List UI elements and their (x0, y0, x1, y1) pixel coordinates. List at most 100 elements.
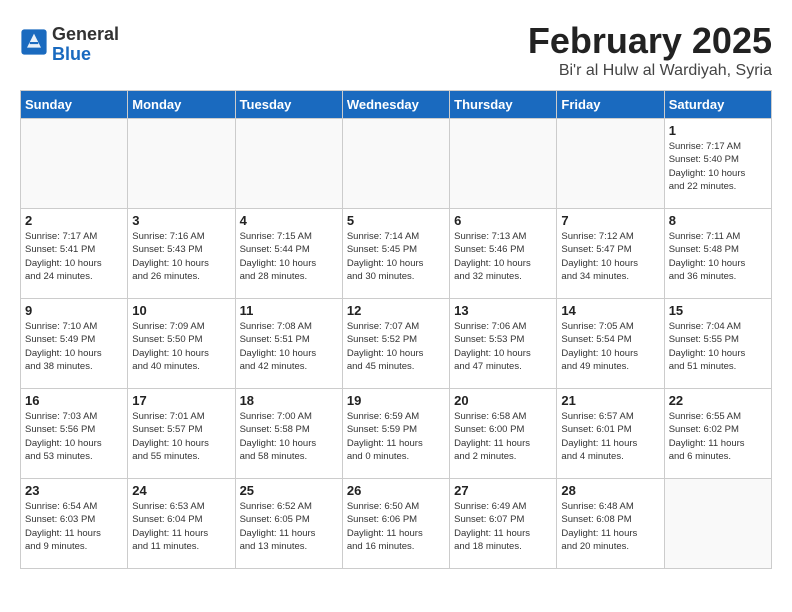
calendar-cell: 26 Sunrise: 6:50 AM Sunset: 6:06 PM Dayli… (342, 479, 449, 569)
day-number: 4 (240, 213, 338, 228)
day-number: 9 (25, 303, 123, 318)
day-info: Sunrise: 7:13 AM Sunset: 5:46 PM Dayligh… (454, 230, 552, 283)
week-row-5: 23 Sunrise: 6:54 AM Sunset: 6:03 PM Dayli… (21, 479, 772, 569)
day-info: Sunrise: 7:00 AM Sunset: 5:58 PM Dayligh… (240, 410, 338, 463)
calendar-cell (450, 119, 557, 209)
day-info: Sunrise: 7:14 AM Sunset: 5:45 PM Dayligh… (347, 230, 445, 283)
day-info: Sunrise: 7:09 AM Sunset: 5:50 PM Dayligh… (132, 320, 230, 373)
day-number: 19 (347, 393, 445, 408)
day-number: 24 (132, 483, 230, 498)
calendar-cell: 1 Sunrise: 7:17 AM Sunset: 5:40 PM Daylig… (664, 119, 771, 209)
day-info: Sunrise: 6:48 AM Sunset: 6:08 PM Dayligh… (561, 500, 659, 553)
calendar-table: SundayMondayTuesdayWednesdayThursdayFrid… (20, 90, 772, 569)
day-number: 17 (132, 393, 230, 408)
day-number: 16 (25, 393, 123, 408)
calendar-cell: 21Sunrise: 6:57 AM Sunset: 6:01 PM Dayli… (557, 389, 664, 479)
day-info: Sunrise: 6:53 AM Sunset: 6:04 PM Dayligh… (132, 500, 230, 553)
calendar-cell: 12Sunrise: 7:07 AM Sunset: 5:52 PM Dayli… (342, 299, 449, 389)
day-info: Sunrise: 7:11 AM Sunset: 5:48 PM Dayligh… (669, 230, 767, 283)
location-text: Bi'r al Hulw al Wardiyah, Syria (528, 62, 772, 80)
day-info: Sunrise: 7:15 AM Sunset: 5:44 PM Dayligh… (240, 230, 338, 283)
calendar-cell: 4 Sunrise: 7:15 AM Sunset: 5:44 PM Daylig… (235, 209, 342, 299)
day-number: 2 (25, 213, 123, 228)
week-row-3: 9 Sunrise: 7:10 AM Sunset: 5:49 PM Daylig… (21, 299, 772, 389)
logo: General Blue (20, 25, 119, 65)
day-number: 11 (240, 303, 338, 318)
calendar-cell: 8 Sunrise: 7:11 AM Sunset: 5:48 PM Daylig… (664, 209, 771, 299)
day-info: Sunrise: 7:06 AM Sunset: 5:53 PM Dayligh… (454, 320, 552, 373)
logo-general-text: General (52, 25, 119, 45)
day-number: 14 (561, 303, 659, 318)
day-info: Sunrise: 7:04 AM Sunset: 5:55 PM Dayligh… (669, 320, 767, 373)
day-number: 12 (347, 303, 445, 318)
calendar-cell: 2 Sunrise: 7:17 AM Sunset: 5:41 PM Daylig… (21, 209, 128, 299)
calendar-cell: 14Sunrise: 7:05 AM Sunset: 5:54 PM Dayli… (557, 299, 664, 389)
day-info: Sunrise: 7:08 AM Sunset: 5:51 PM Dayligh… (240, 320, 338, 373)
day-info: Sunrise: 6:57 AM Sunset: 6:01 PM Dayligh… (561, 410, 659, 463)
day-info: Sunrise: 6:59 AM Sunset: 5:59 PM Dayligh… (347, 410, 445, 463)
calendar-cell: 19 Sunrise: 6:59 AM Sunset: 5:59 PM Dayli… (342, 389, 449, 479)
calendar-header-row: SundayMondayTuesdayWednesdayThursdayFrid… (21, 91, 772, 119)
day-info: Sunrise: 7:16 AM Sunset: 5:43 PM Dayligh… (132, 230, 230, 283)
calendar-cell: 5 Sunrise: 7:14 AM Sunset: 5:45 PM Daylig… (342, 209, 449, 299)
day-header-wednesday: Wednesday (342, 91, 449, 119)
day-header-saturday: Saturday (664, 91, 771, 119)
calendar-cell (342, 119, 449, 209)
day-number: 10 (132, 303, 230, 318)
day-info: Sunrise: 7:17 AM Sunset: 5:41 PM Dayligh… (25, 230, 123, 283)
calendar-cell: 25 Sunrise: 6:52 AM Sunset: 6:05 PM Dayli… (235, 479, 342, 569)
calendar-cell: 9 Sunrise: 7:10 AM Sunset: 5:49 PM Daylig… (21, 299, 128, 389)
calendar-cell: 18 Sunrise: 7:00 AM Sunset: 5:58 PM Dayli… (235, 389, 342, 479)
day-number: 6 (454, 213, 552, 228)
calendar-cell: 23 Sunrise: 6:54 AM Sunset: 6:03 PM Dayli… (21, 479, 128, 569)
day-header-thursday: Thursday (450, 91, 557, 119)
day-number: 26 (347, 483, 445, 498)
day-number: 1 (669, 123, 767, 138)
day-number: 15 (669, 303, 767, 318)
day-number: 13 (454, 303, 552, 318)
day-info: Sunrise: 7:17 AM Sunset: 5:40 PM Dayligh… (669, 140, 767, 193)
calendar-cell: 28 Sunrise: 6:48 AM Sunset: 6:08 PM Dayli… (557, 479, 664, 569)
day-info: Sunrise: 7:03 AM Sunset: 5:56 PM Dayligh… (25, 410, 123, 463)
day-number: 28 (561, 483, 659, 498)
calendar-cell (128, 119, 235, 209)
day-info: Sunrise: 7:10 AM Sunset: 5:49 PM Dayligh… (25, 320, 123, 373)
month-title: February 2025 (528, 20, 772, 62)
day-header-monday: Monday (128, 91, 235, 119)
day-header-sunday: Sunday (21, 91, 128, 119)
calendar-cell (664, 479, 771, 569)
day-number: 3 (132, 213, 230, 228)
calendar-cell (21, 119, 128, 209)
day-number: 5 (347, 213, 445, 228)
calendar-cell: 17 Sunrise: 7:01 AM Sunset: 5:57 PM Dayli… (128, 389, 235, 479)
calendar-cell: 6 Sunrise: 7:13 AM Sunset: 5:46 PM Daylig… (450, 209, 557, 299)
calendar-cell: 20Sunrise: 6:58 AM Sunset: 6:00 PM Dayli… (450, 389, 557, 479)
calendar-cell: 3 Sunrise: 7:16 AM Sunset: 5:43 PM Daylig… (128, 209, 235, 299)
logo-blue-text: Blue (52, 45, 119, 65)
day-info: Sunrise: 6:55 AM Sunset: 6:02 PM Dayligh… (669, 410, 767, 463)
day-number: 8 (669, 213, 767, 228)
page-header: General Blue February 2025 Bi'r al Hulw … (20, 20, 772, 80)
day-info: Sunrise: 6:54 AM Sunset: 6:03 PM Dayligh… (25, 500, 123, 553)
calendar-cell: 11 Sunrise: 7:08 AM Sunset: 5:51 PM Dayli… (235, 299, 342, 389)
calendar-cell: 10 Sunrise: 7:09 AM Sunset: 5:50 PM Dayli… (128, 299, 235, 389)
day-number: 25 (240, 483, 338, 498)
day-info: Sunrise: 6:49 AM Sunset: 6:07 PM Dayligh… (454, 500, 552, 553)
day-number: 22 (669, 393, 767, 408)
title-block: February 2025 Bi'r al Hulw al Wardiyah, … (528, 20, 772, 80)
week-row-4: 16 Sunrise: 7:03 AM Sunset: 5:56 PM Dayli… (21, 389, 772, 479)
calendar-cell (557, 119, 664, 209)
day-number: 23 (25, 483, 123, 498)
day-info: Sunrise: 6:52 AM Sunset: 6:05 PM Dayligh… (240, 500, 338, 553)
day-info: Sunrise: 7:01 AM Sunset: 5:57 PM Dayligh… (132, 410, 230, 463)
day-number: 27 (454, 483, 552, 498)
day-info: Sunrise: 6:50 AM Sunset: 6:06 PM Dayligh… (347, 500, 445, 553)
logo-icon (20, 28, 48, 56)
calendar-cell: 15 Sunrise: 7:04 AM Sunset: 5:55 PM Dayli… (664, 299, 771, 389)
calendar-cell: 27 Sunrise: 6:49 AM Sunset: 6:07 PM Dayli… (450, 479, 557, 569)
day-number: 18 (240, 393, 338, 408)
calendar-cell: 13 Sunrise: 7:06 AM Sunset: 5:53 PM Dayli… (450, 299, 557, 389)
calendar-cell: 24 Sunrise: 6:53 AM Sunset: 6:04 PM Dayli… (128, 479, 235, 569)
day-header-friday: Friday (557, 91, 664, 119)
day-header-tuesday: Tuesday (235, 91, 342, 119)
